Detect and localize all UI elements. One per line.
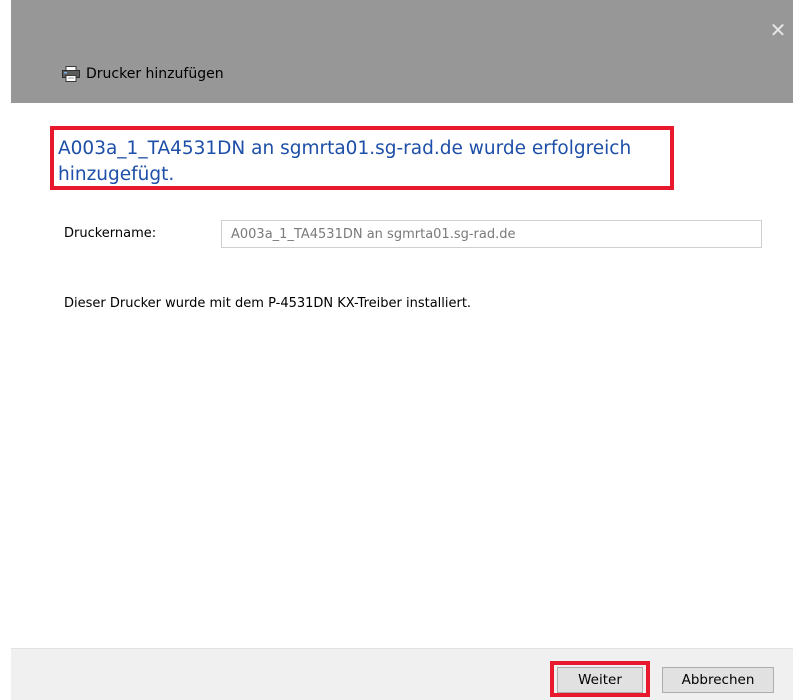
driver-info-text: Dieser Drucker wurde mit dem P-4531DN KX…: [64, 296, 472, 311]
title-bar: ✕ Drucker hinzufügen: [11, 0, 793, 103]
add-printer-dialog: ✕ Drucker hinzufügen A003a_1_TA4531DN an…: [0, 0, 793, 700]
next-button[interactable]: Weiter: [557, 667, 643, 693]
printer-name-input[interactable]: [221, 220, 762, 248]
heading-highlight: A003a_1_TA4531DN an sgmrta01.sg-rad.de w…: [50, 126, 674, 190]
cancel-button[interactable]: Abbrechen: [662, 667, 774, 693]
dialog-content: A003a_1_TA4531DN an sgmrta01.sg-rad.de w…: [11, 103, 793, 648]
title-row: Drucker hinzufügen: [62, 64, 224, 84]
dialog-footer: Weiter Abbrechen: [11, 648, 793, 700]
window-left-edge: [0, 0, 11, 700]
printer-icon: [62, 66, 80, 82]
dialog-title: Drucker hinzufügen: [86, 66, 224, 82]
success-heading: A003a_1_TA4531DN an sgmrta01.sg-rad.de w…: [58, 138, 632, 185]
close-button[interactable]: ✕: [763, 10, 793, 50]
close-icon: ✕: [769, 18, 787, 42]
printer-name-label: Druckername:: [64, 226, 157, 241]
